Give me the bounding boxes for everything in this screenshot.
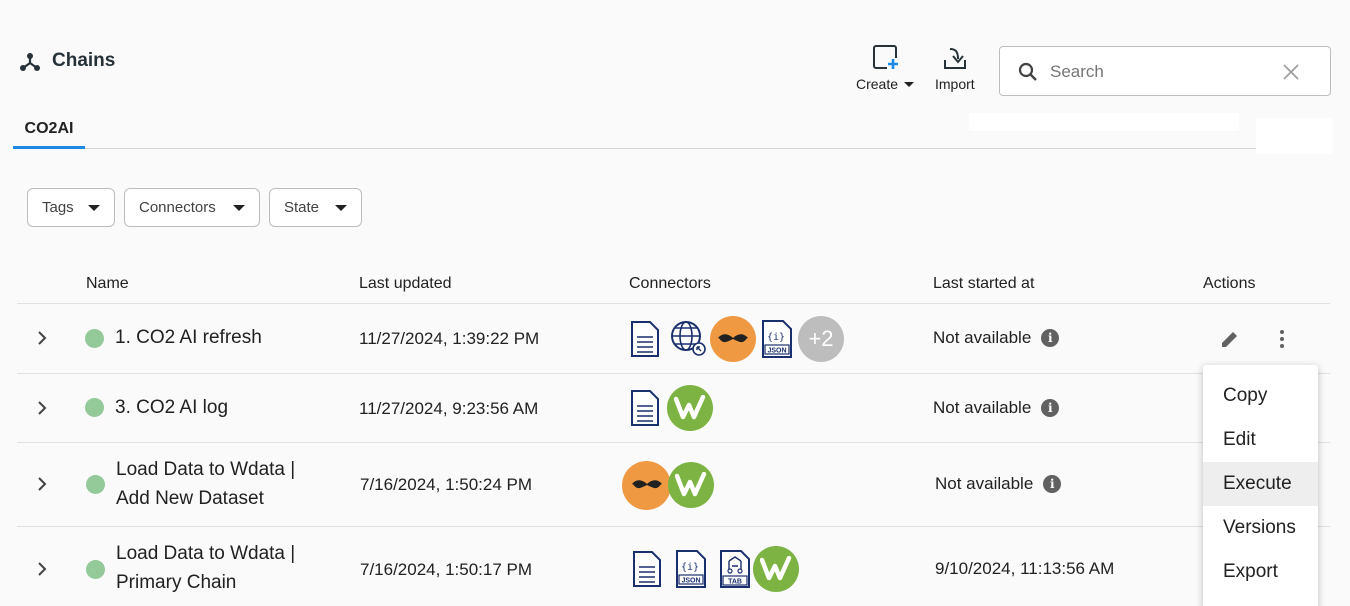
chain-name[interactable]: 3. CO2 AI log: [115, 393, 228, 422]
chevron-right-icon[interactable]: [37, 476, 47, 492]
create-button[interactable]: Create: [856, 44, 915, 92]
import-button[interactable]: Import: [935, 44, 975, 92]
caret-down-icon: [904, 81, 915, 87]
document-icon: [633, 551, 661, 587]
last-started-value: Not available: [933, 328, 1032, 347]
header: Chains Create Import: [0, 0, 1350, 110]
chevron-right-icon[interactable]: [37, 561, 47, 577]
caret-down-icon: [335, 205, 347, 211]
search-input[interactable]: [1050, 59, 1270, 85]
actions-menu: Copy Edit Execute Versions Export: [1203, 365, 1318, 606]
connectors-filter[interactable]: Connectors: [124, 188, 260, 227]
menu-item-export[interactable]: Export: [1203, 550, 1318, 594]
last-started-value: 9/10/2024, 11:13:56 AM: [935, 559, 1115, 578]
column-header-actions: Actions: [1203, 275, 1256, 292]
connectors: [622, 460, 714, 510]
import-icon: [943, 48, 966, 69]
wdata-icon: [668, 462, 714, 508]
json-icon: {i} JSON: [676, 550, 706, 588]
status-dot: [85, 398, 104, 417]
mustache-icon: [710, 316, 756, 362]
wdata-icon: [753, 546, 799, 592]
tags-filter[interactable]: Tags: [27, 188, 115, 227]
more-vert-icon[interactable]: [1279, 329, 1285, 349]
svg-text:TAB: TAB: [728, 579, 742, 586]
chain-name[interactable]: 1. CO2 AI refresh: [115, 323, 262, 352]
column-header-connectors: Connectors: [629, 275, 711, 292]
wdata-icon: [667, 385, 713, 431]
pencil-icon[interactable]: [1220, 329, 1240, 349]
last-started: 9/10/2024, 11:13:56 AM: [935, 559, 1114, 579]
menu-item-versions[interactable]: Versions: [1203, 506, 1318, 550]
tags-filter-label: Tags: [42, 199, 74, 216]
connectors: [630, 382, 713, 434]
last-started-value: Not available: [933, 398, 1032, 417]
chain-name-line: Load Data to Wdata |: [116, 543, 296, 564]
more-connectors-badge[interactable]: +2: [798, 316, 844, 362]
column-header-last-updated[interactable]: Last updated: [359, 275, 452, 293]
chain-name[interactable]: Load Data to Wdata | Add New Dataset: [116, 455, 295, 513]
create-label: Create: [856, 76, 899, 92]
blank-area: [1256, 118, 1333, 154]
status-dot: [85, 329, 104, 348]
document-icon: [631, 390, 659, 426]
blank-area: [969, 113, 1239, 131]
state-filter-label: State: [284, 199, 320, 216]
chain-name[interactable]: Load Data to Wdata | Primary Chain: [116, 539, 295, 597]
column-header-name[interactable]: Name: [86, 275, 129, 293]
clear-icon[interactable]: [1282, 63, 1300, 81]
column-header-last-started[interactable]: Last started at: [933, 275, 1034, 293]
menu-item-copy[interactable]: Copy: [1203, 374, 1318, 418]
caret-down-icon: [88, 205, 100, 211]
connectors-filter-label: Connectors: [139, 199, 216, 216]
svg-text:JSON: JSON: [681, 578, 700, 585]
web-icon: [671, 321, 706, 356]
document-icon: [631, 321, 659, 357]
status-dot: [86, 475, 105, 494]
last-started: Not available i: [935, 474, 1062, 494]
chain-name-line: Primary Chain: [116, 572, 237, 593]
tab-co2ai[interactable]: CO2AI: [13, 112, 85, 149]
last-updated: 7/16/2024, 1:50:24 PM: [360, 475, 533, 494]
search-icon: [1018, 62, 1037, 81]
last-updated: 11/27/2024, 1:39:22 PM: [359, 329, 540, 348]
state-filter[interactable]: State: [269, 188, 362, 227]
last-updated: 7/16/2024, 1:50:17 PM: [360, 560, 533, 579]
last-started: Not available i: [933, 398, 1060, 418]
connectors: {i} JSON TAB: [632, 544, 799, 594]
page-title: Chains: [52, 50, 116, 71]
menu-item-edit[interactable]: Edit: [1203, 418, 1318, 462]
status-dot: [86, 560, 105, 579]
chevron-right-icon[interactable]: [37, 330, 47, 346]
svg-text:{i}: {i}: [681, 562, 699, 573]
chain-name-line: Add New Dataset: [116, 488, 264, 509]
table-row[interactable]: 1. CO2 AI refresh 11/27/2024, 1:39:22 PM…: [17, 304, 1330, 373]
table-row[interactable]: Load Data to Wdata | Primary Chain 7/16/…: [17, 527, 1330, 606]
create-icon: [873, 45, 900, 70]
svg-text:JSON: JSON: [767, 348, 786, 355]
caret-down-icon: [233, 205, 245, 211]
last-started-value: Not available: [935, 474, 1034, 493]
menu-item-execute[interactable]: Execute: [1203, 462, 1318, 506]
table-row[interactable]: 3. CO2 AI log 11/27/2024, 9:23:56 AM Not…: [17, 374, 1330, 442]
table-row[interactable]: Load Data to Wdata | Add New Dataset 7/1…: [17, 443, 1330, 526]
chains-icon: [20, 53, 40, 71]
info-icon[interactable]: i: [1043, 475, 1062, 493]
last-started: Not available i: [933, 328, 1060, 348]
search-box: [999, 46, 1331, 96]
mustache-icon: [622, 460, 671, 510]
chevron-right-icon[interactable]: [37, 400, 47, 416]
last-updated: 11/27/2024, 9:23:56 AM: [359, 399, 539, 418]
import-label: Import: [935, 76, 975, 92]
svg-text:{i}: {i}: [767, 332, 785, 343]
json-icon: {i} JSON: [762, 320, 792, 358]
info-icon[interactable]: i: [1041, 329, 1060, 347]
info-icon[interactable]: i: [1041, 399, 1060, 417]
connectors: {i} JSON +2: [630, 313, 844, 365]
chain-name-line: Load Data to Wdata |: [116, 459, 296, 480]
tab-icon: TAB: [720, 550, 750, 588]
